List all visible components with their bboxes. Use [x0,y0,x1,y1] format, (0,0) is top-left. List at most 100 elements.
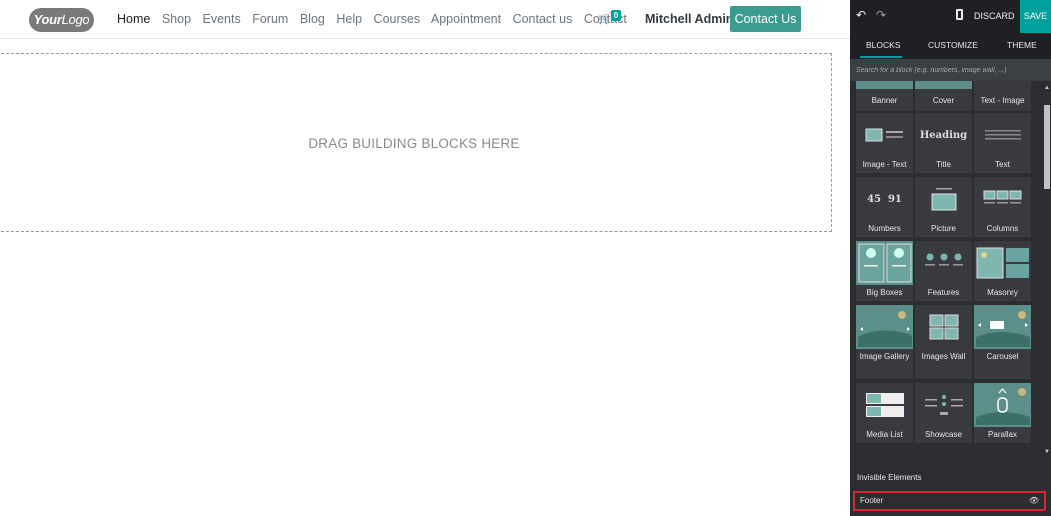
masonry-icon [976,247,1029,279]
screen: YourLogo Home Shop Events Forum Blog Hel… [0,0,1051,516]
block-search-input[interactable] [856,59,1046,81]
cover-thumbnail [915,81,972,89]
block-cover[interactable]: Cover [915,81,972,111]
contact-us-button[interactable]: Contact Us [730,6,801,32]
user-menu[interactable]: Mitchell Admin [645,12,733,26]
invisible-element-footer[interactable]: Footer 👁 [853,491,1046,511]
banner-thumbnail [856,81,913,89]
block-numbers[interactable]: 45 91 Numbers [856,177,913,237]
block-label: Images Wall [921,352,966,361]
cart-icon: 🛒 [598,13,612,25]
block-label: Picture [931,224,956,233]
showcase-icon [924,395,963,415]
nav-item-help[interactable]: Help [336,12,362,26]
images-wall-icon [929,314,958,340]
tab-customize[interactable]: CUSTOMIZE [928,40,978,50]
features-thumbnail [915,241,972,285]
columns-icon [983,190,1021,204]
nav-item-courses[interactable]: Courses [374,12,421,26]
block-columns[interactable]: Columns [974,177,1031,237]
block-label: Masonry [987,288,1018,297]
block-label: Parallax [988,430,1017,439]
editor-topbar: ↶ ↷ DISCARD SAVE [850,0,1051,33]
cart-count-badge: 0 [611,10,621,21]
masonry-thumbnail [974,241,1031,285]
block-showcase[interactable]: Showcase [915,383,972,443]
footer-label: Footer [860,496,884,505]
scroll-down-arrow-icon[interactable]: ▼ [1044,449,1050,455]
nav-item-blog[interactable]: Blog [300,12,325,26]
block-label: Features [927,288,960,297]
building-blocks-dropzone[interactable]: DRAG BUILDING BLOCKS HERE [0,53,832,232]
block-images-wall[interactable]: Images Wall [915,305,972,379]
images-wall-thumbnail [915,305,972,349]
block-masonry[interactable]: Masonry [974,241,1031,301]
block-label: Text - Image [980,96,1025,105]
blocks-scrollbar[interactable]: ▲ ▼ [1043,81,1051,461]
image-text-thumbnail [856,113,913,157]
dropzone-text: DRAG BUILDING BLOCKS HERE [308,136,520,151]
block-label: Banner [871,96,898,105]
carousel-icon [975,311,1030,347]
image-text-icon [865,128,903,142]
redo-icon[interactable]: ↷ [876,8,886,22]
nav-item-appointment[interactable]: Appointment [431,12,501,26]
editor-panel: ↶ ↷ DISCARD SAVE BLOCKS CUSTOMIZE THEME … [850,0,1051,516]
site-navbar: YourLogo Home Shop Events Forum Blog Hel… [0,0,850,39]
save-button[interactable]: SAVE [1020,0,1051,33]
tab-theme[interactable]: THEME [1007,40,1037,50]
block-text[interactable]: Text [974,113,1031,173]
block-features[interactable]: Features [915,241,972,301]
block-label: Showcase [925,430,962,439]
cart-link[interactable]: 🛒 0 [598,10,624,28]
logo-text-light: Logo [61,12,90,27]
discard-button[interactable]: DISCARD [974,11,1015,21]
picture-icon [931,188,956,211]
block-image-text[interactable]: Image - Text [856,113,913,173]
scroll-thumb[interactable] [1044,105,1050,189]
scroll-up-arrow-icon[interactable]: ▲ [1044,85,1050,91]
website-preview: YourLogo Home Shop Events Forum Blog Hel… [0,0,850,516]
nav-item-contact-us[interactable]: Contact us [513,12,573,26]
numbers-thumbnail: 45 91 [856,177,913,221]
nav-menu: Home Shop Events Forum Blog Help Courses… [117,12,635,26]
block-search-bar [850,59,1051,81]
block-parallax[interactable]: Parallax [974,383,1031,443]
block-text-image[interactable]: Text - Image [974,81,1031,111]
block-picture[interactable]: Picture [915,177,972,237]
block-carousel[interactable]: Carousel [974,305,1031,379]
block-image-gallery[interactable]: Image Gallery [856,305,913,379]
block-label: Text [995,160,1010,169]
block-media-list[interactable]: Media List [856,383,913,443]
tab-blocks[interactable]: BLOCKS [866,40,901,50]
numbers-sample-text: 45 91 [867,193,902,205]
block-label: Numbers [868,224,901,233]
block-title[interactable]: Heading Title [915,113,972,173]
text-lines-icon [984,130,1021,140]
big-boxes-thumbnail [856,241,913,285]
block-label: Columns [986,224,1019,233]
block-label: Title [936,160,951,169]
nav-item-home[interactable]: Home [117,12,150,26]
media-list-icon [865,393,904,417]
image-gallery-icon [857,311,912,347]
eye-icon[interactable]: 👁 [1029,496,1039,505]
columns-thumbnail [974,177,1031,221]
block-label: Image - Text [862,160,907,169]
nav-item-events[interactable]: Events [203,12,241,26]
heading-sample-text: Heading [919,129,968,141]
block-label: Big Boxes [866,288,903,297]
block-big-boxes[interactable]: Big Boxes [856,241,913,301]
block-label: Carousel [986,352,1019,361]
title-thumbnail: Heading [915,113,972,157]
site-logo[interactable]: YourLogo [29,8,94,32]
blocks-list: Banner Cover Text - Image Image - Text H… [850,81,1043,443]
invisible-elements-title: Invisible Elements [857,473,922,482]
nav-item-forum[interactable]: Forum [252,12,288,26]
parallax-thumbnail [974,383,1031,427]
mobile-preview-icon[interactable] [956,9,963,20]
block-banner[interactable]: Banner [856,81,913,111]
active-tab-indicator [860,56,902,58]
undo-icon[interactable]: ↶ [856,8,866,22]
nav-item-shop[interactable]: Shop [162,12,191,26]
